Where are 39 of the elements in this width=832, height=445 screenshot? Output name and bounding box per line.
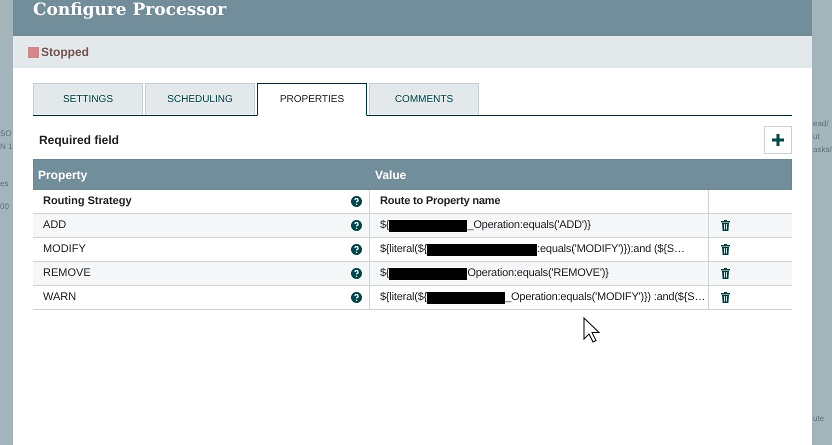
dialog-title: Configure Processor [33,0,226,20]
trash-icon[interactable] [721,220,730,231]
canvas-label: ead/ [813,120,829,128]
help-icon [351,196,362,207]
canvas-label: ut [813,133,820,141]
property-value[interactable]: ${ Operation:equals('REMOVE')} [380,265,609,282]
property-value[interactable]: ${ _Operation:equals('ADD')} [380,217,591,234]
tab[interactable]: COMMENTS [369,83,479,115]
plus-icon [772,134,784,146]
cursor-icon [583,317,600,343]
property-name: ADD [43,218,66,234]
property-value[interactable]: Route to Property name [380,193,500,210]
help-icon [351,292,362,303]
canvas-label: N 1 [0,143,12,151]
trash-icon[interactable] [721,244,730,255]
property-name: Routing Strategy [43,194,132,210]
trash-icon[interactable] [721,292,730,303]
add-property-button[interactable] [764,126,792,154]
column-header: Value [374,166,406,184]
trash-icon[interactable] [721,268,730,279]
help-icon [351,220,362,231]
tab[interactable]: SETTINGS [33,83,143,115]
status-label: Stopped [41,44,89,61]
help-icon [351,244,362,255]
property-value[interactable]: ${literal(${ :equals('MODIFY')}):and (${S… [380,241,685,258]
canvas-label: asks/ [813,146,832,154]
canvas-label: SO [0,130,12,138]
tab[interactable]: SCHEDULING [145,83,255,115]
required-field-label: Required field [38,132,120,149]
tab[interactable]: PROPERTIES [257,83,367,116]
canvas-label: es [0,180,8,188]
canvas-label: 00 [0,203,9,211]
property-name: MODIFY [43,242,86,258]
column-header: Property [37,166,88,184]
property-value[interactable]: ${literal(${ _Operation:equals('MODIFY')}) :and(${S… [380,289,706,306]
property-name: REMOVE [43,266,91,282]
canvas-label: ute [813,415,824,423]
help-icon [351,268,362,279]
property-name: WARN [43,290,76,306]
